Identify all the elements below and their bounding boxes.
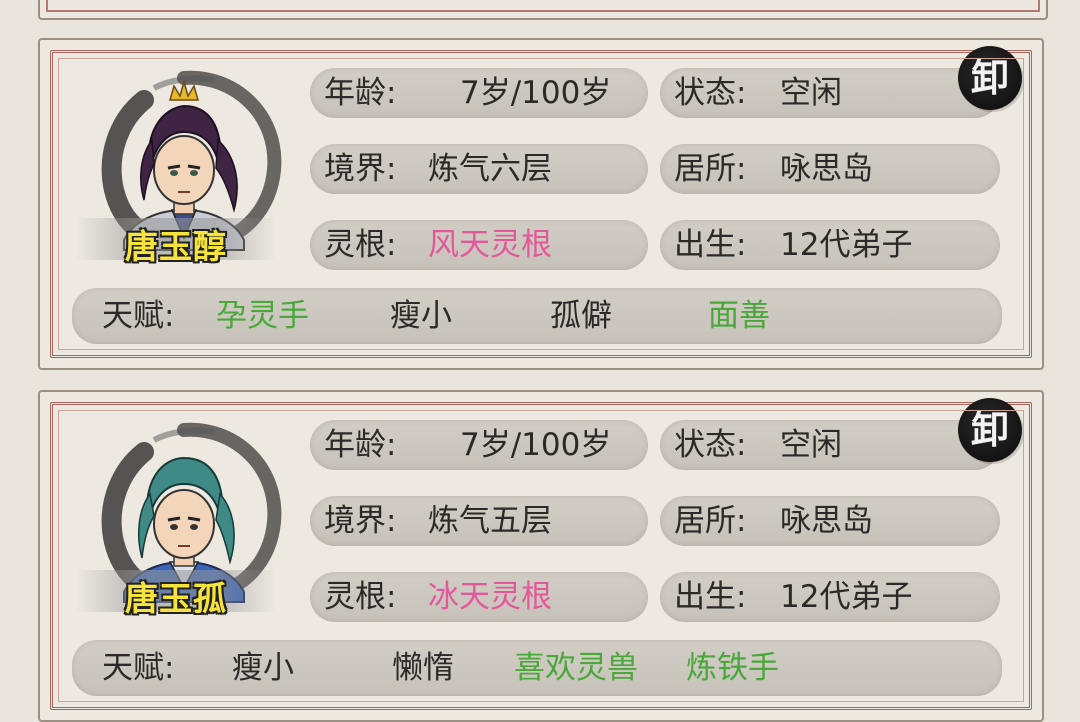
residence-value: 咏思岛: [780, 503, 873, 539]
status-value: 空闲: [780, 427, 842, 463]
talent-item: 孤僻: [550, 298, 612, 334]
talents-label: 天赋:: [102, 650, 175, 686]
age-value: 7岁/100岁: [460, 427, 612, 463]
talent-item: 瘦小: [232, 650, 294, 686]
previous-card-edge: [38, 0, 1048, 20]
residence-label: 居所:: [674, 151, 747, 187]
birth-field: 出生: 12代弟子: [660, 572, 1000, 622]
talents-label: 天赋:: [102, 298, 175, 334]
age-field: 年龄: 7岁/100岁: [310, 68, 648, 118]
birth-value: 12代弟子: [780, 579, 913, 615]
dismiss-seal-icon[interactable]: 卸: [958, 46, 1022, 110]
birth-label: 出生:: [674, 227, 747, 263]
realm-label: 境界:: [324, 151, 397, 187]
root-field: 灵根: 冰天灵根: [310, 572, 648, 622]
root-label: 灵根:: [324, 227, 397, 263]
disciple-card[interactable]: 唐玉醇 年龄: 7岁/100岁 状态: 空闲 卸 境界: 炼气六层 居所: 咏思…: [38, 38, 1044, 370]
age-value: 7岁/100岁: [460, 75, 612, 111]
status-field: 状态: 空闲: [660, 420, 1000, 470]
dismiss-seal-icon[interactable]: 卸: [958, 398, 1022, 462]
birth-value: 12代弟子: [780, 227, 913, 263]
realm-value: 炼气六层: [428, 151, 552, 187]
talent-item: 炼铁手: [686, 650, 779, 686]
age-field: 年龄: 7岁/100岁: [310, 420, 648, 470]
talent-item: 孕灵手: [216, 298, 309, 334]
status-label: 状态:: [674, 427, 747, 463]
realm-label: 境界:: [324, 503, 397, 539]
realm-field: 境界: 炼气六层: [310, 144, 648, 194]
talents-row: 天赋: 孕灵手 瘦小 孤僻 面善: [72, 288, 1002, 344]
disciple-name: 唐玉醇: [125, 227, 227, 266]
disciple-card[interactable]: 唐玉孤 年龄: 7岁/100岁 状态: 空闲 卸 境界: 炼气五层 居所: 咏思…: [38, 390, 1044, 722]
birth-field: 出生: 12代弟子: [660, 220, 1000, 270]
root-label: 灵根:: [324, 579, 397, 615]
talent-item: 懒惰: [392, 650, 454, 686]
status-value: 空闲: [780, 75, 842, 111]
disciple-name: 唐玉孤: [125, 579, 227, 618]
residence-field: 居所: 咏思岛: [660, 144, 1000, 194]
root-value: 风天灵根: [428, 227, 552, 263]
residence-field: 居所: 咏思岛: [660, 496, 1000, 546]
age-label: 年龄:: [324, 75, 397, 111]
residence-value: 咏思岛: [780, 151, 873, 187]
age-label: 年龄:: [324, 427, 397, 463]
root-field: 灵根: 风天灵根: [310, 220, 648, 270]
residence-label: 居所:: [674, 503, 747, 539]
realm-value: 炼气五层: [428, 503, 552, 539]
talents-row: 天赋: 瘦小 懒惰 喜欢灵兽 炼铁手: [72, 640, 1002, 696]
birth-label: 出生:: [674, 579, 747, 615]
status-label: 状态:: [674, 75, 747, 111]
talent-item: 面善: [708, 298, 770, 334]
root-value: 冰天灵根: [428, 579, 552, 615]
talent-item: 瘦小: [390, 298, 452, 334]
status-field: 状态: 空闲: [660, 68, 1000, 118]
talent-item: 喜欢灵兽: [514, 650, 638, 686]
realm-field: 境界: 炼气五层: [310, 496, 648, 546]
